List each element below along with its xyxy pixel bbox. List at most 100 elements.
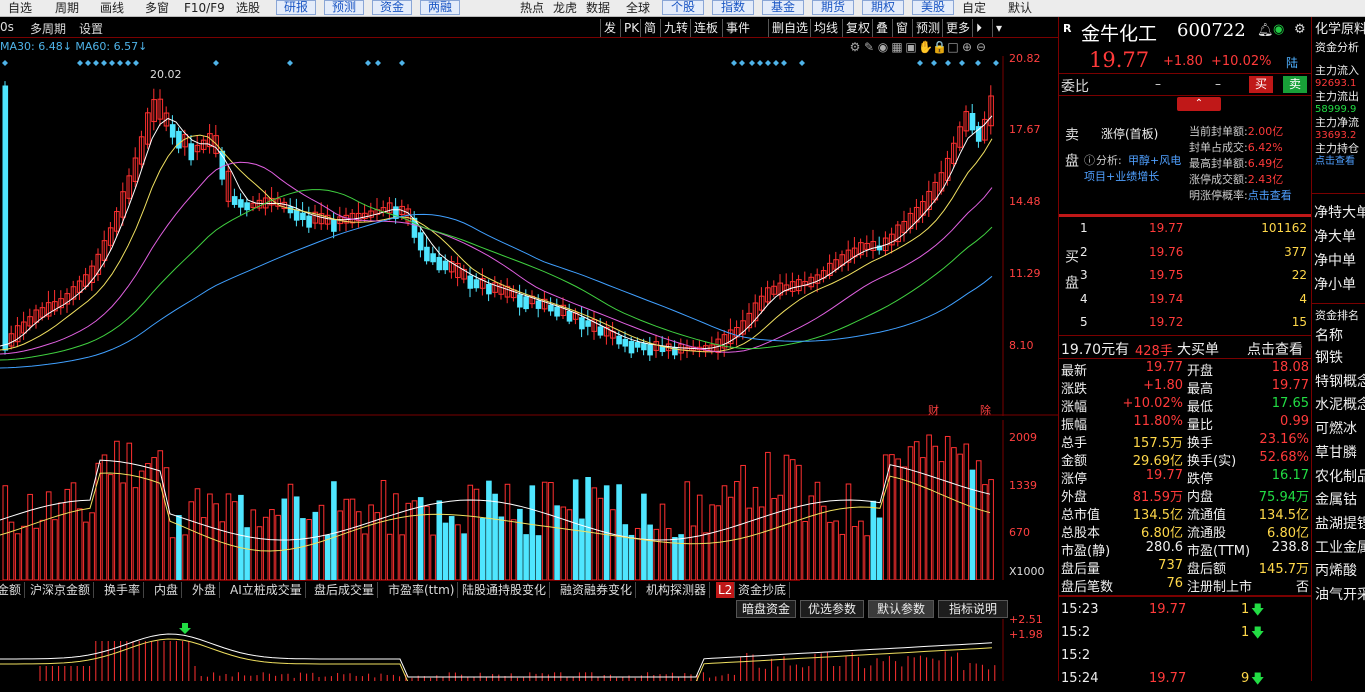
tab-hushen-jine[interactable]: 沪深京金额 [27,582,95,598]
lock-icon[interactable]: 🔒 [932,40,947,54]
gear-icon[interactable]: ⚙ [1294,22,1306,37]
tab-pe-ttm[interactable]: 市盈率(ttm) [385,582,459,598]
button-meigu[interactable]: 美股 [912,0,954,15]
menu-zixuan[interactable]: 自选 [8,1,32,16]
analysis-link-2[interactable]: 项目+业绩增长 [1084,168,1159,184]
sector-rank-item[interactable]: 工业金属 [1315,537,1365,561]
menu-huaxian[interactable]: 画线 [100,1,124,16]
play-icon[interactable]: ⏵ [972,19,985,37]
status-icon[interactable]: ◉ [1273,22,1284,37]
button-zijin[interactable]: 资金 [372,0,412,15]
bid-row[interactable]: 2 19.76 377 [1079,245,1307,269]
toolbar-junxian[interactable]: 均线 [810,19,841,37]
toolbar-die[interactable]: 叠 [872,19,891,37]
toolbar-period[interactable]: 0s [0,20,14,34]
candle-body [424,246,430,262]
menu-moren[interactable]: 默认 [1008,1,1032,16]
button-yanbao[interactable]: 研报 [276,0,316,15]
square-icon[interactable]: □ [946,40,960,54]
toolbar-shanzixuan[interactable]: 删自选 [768,19,811,37]
chevron-down-icon[interactable]: ▾ [992,19,1005,37]
menu-quanqiu[interactable]: 全球 [626,1,650,16]
flow-value[interactable]: 点击查看 [1315,155,1359,168]
tag-chu[interactable]: 除 [980,402,991,418]
sector-rank-item[interactable]: 特钢概念 [1315,371,1365,395]
button-anpan[interactable]: 暗盘资金 [736,600,796,618]
zoom-in-icon[interactable]: ⊕ [960,40,974,54]
eye-icon[interactable]: ◉ [876,40,890,54]
tab-jine[interactable]: 金额 [0,582,26,598]
toolbar-fuquan[interactable]: 复权 [842,19,873,37]
tab-neipan[interactable]: 内盘 [151,582,183,598]
hand-icon[interactable]: ✋ [918,40,933,54]
tab-jigou[interactable]: 机构探测器 [643,582,711,598]
analysis-link[interactable]: 甲醇+风电 [1128,152,1181,168]
toolbar-fa[interactable]: 发 [600,19,619,37]
menu-zidingyi[interactable]: 自定 [962,1,986,16]
menu-f10[interactable]: F10/F9 [184,1,225,16]
sector-rank-item[interactable]: 水泥概念 [1315,394,1365,418]
tab-after-volume[interactable]: 盘后成交量 [311,582,379,598]
table-icon[interactable]: ▦ [890,40,904,54]
menu-zhouqi[interactable]: 周期 [55,1,79,16]
button-liangrong[interactable]: 两融 [420,0,460,15]
collapse-up-icon[interactable]: ⌃ [1177,97,1221,111]
tab-lugutong[interactable]: 陆股通持股变化 [459,582,551,598]
sector-rank-item[interactable]: 草甘膦 [1315,442,1365,466]
indicator-chart[interactable] [0,619,1058,681]
button-zhibiao[interactable]: 指标说明 [938,600,1008,618]
image-icon[interactable]: ▣ [904,40,918,54]
toolbar-lianban[interactable]: 连板 [690,19,721,37]
toolbar-yuce[interactable]: 预测 [912,19,943,37]
click-view-link[interactable]: 点击查看 [1248,189,1292,202]
zoom-out-icon[interactable]: ⊖ [974,40,988,54]
volume-bar [256,526,263,580]
gear-icon[interactable]: ⚙ [848,40,862,54]
big-order-link[interactable]: 点击查看 [1247,339,1303,359]
sector-rank-item[interactable]: 农化制品 [1315,466,1365,490]
button-jijin[interactable]: 基金 [762,0,804,15]
buy-button[interactable]: 买 [1249,76,1273,93]
toolbar-pk[interactable]: PK [620,19,642,37]
toolbar-jian[interactable]: 简 [640,19,659,37]
bid-row[interactable]: 3 19.75 22 [1079,268,1307,292]
tab-waipan[interactable]: 外盘 [189,582,221,598]
menu-longhu[interactable]: 龙虎 [553,1,577,16]
toolbar-multi-period[interactable]: 多周期 [30,20,66,37]
button-qihuo[interactable]: 期货 [812,0,854,15]
button-qiquan[interactable]: 期权 [862,0,904,15]
tab-rongzi[interactable]: 融资融券变化 [557,582,637,598]
tab-ai-volume[interactable]: AI立桩成交量 [227,582,306,598]
menu-redian[interactable]: 热点 [520,1,544,16]
pen-icon[interactable]: ✎ [862,40,876,54]
button-moren[interactable]: 默认参数 [868,600,934,618]
menu-duochuang[interactable]: 多窗 [145,1,169,16]
candlestick-chart[interactable] [0,56,1058,416]
tab-zijin-chaodi[interactable]: 资金抄底 [735,582,791,598]
sell-button[interactable]: 卖 [1283,76,1307,93]
menu-shuju[interactable]: 数据 [586,1,610,16]
toolbar-jiuzhuan[interactable]: 九转 [660,19,691,37]
sector-rank-item[interactable]: 可燃冰 [1315,418,1365,442]
sector-rank-item[interactable]: 钢铁 [1315,347,1365,371]
bell-icon[interactable]: 🔔︎ [1257,23,1274,38]
toolbar-shijian[interactable]: 事件 [722,19,753,37]
tab-huanshoulv[interactable]: 换手率 [101,582,145,598]
quote-label: 跌停 [1187,472,1214,487]
button-zhishu[interactable]: 指数 [712,0,754,15]
toolbar-gengduo[interactable]: 更多 [942,19,973,37]
volume-chart[interactable] [0,420,1058,580]
tag-cai[interactable]: 财 [928,402,939,418]
button-youxuan[interactable]: 优选参数 [800,600,864,618]
bid-row[interactable]: 4 19.74 4 [1079,292,1307,316]
sector-rank-item[interactable]: 丙烯酸 [1315,560,1365,584]
sector-rank-item[interactable]: 油气开采 [1315,584,1365,608]
bid-row[interactable]: 1 19.77 101162 [1079,221,1307,245]
button-gegu[interactable]: 个股 [662,0,704,15]
toolbar-settings[interactable]: 设置 [79,20,103,37]
menu-xuangu[interactable]: 选股 [236,1,260,16]
toolbar-chuang[interactable]: 窗 [892,19,911,37]
sector-rank-item[interactable]: 金属钴 [1315,489,1365,513]
sector-rank-item[interactable]: 盐湖提锂 [1315,513,1365,537]
button-yuce[interactable]: 预测 [324,0,364,15]
